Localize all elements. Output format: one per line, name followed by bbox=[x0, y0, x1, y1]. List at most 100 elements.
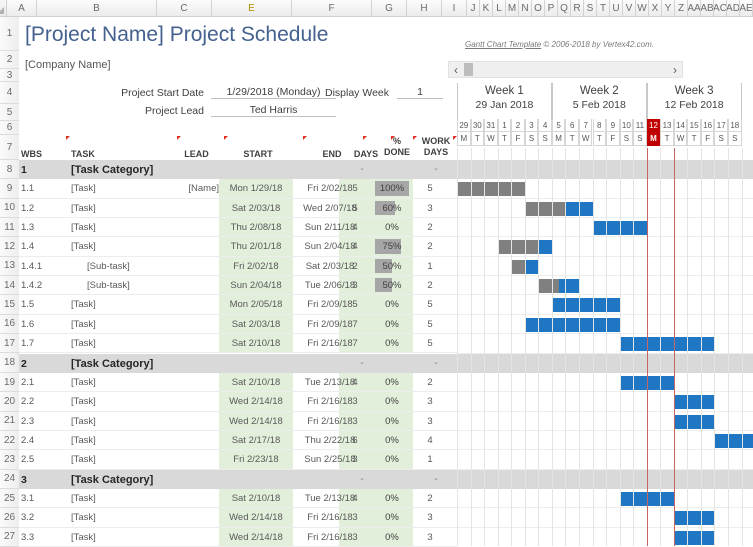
cell-wbs[interactable]: 2.2 bbox=[21, 396, 65, 410]
row-header-22[interactable]: 22 bbox=[0, 430, 19, 451]
column-header-ae[interactable]: AE bbox=[740, 0, 753, 16]
cell-wbs[interactable]: 1.4.1 bbox=[21, 261, 65, 275]
cell-lead[interactable] bbox=[139, 416, 219, 430]
column-header-r[interactable]: R bbox=[571, 0, 584, 16]
row-header-16[interactable]: 16 bbox=[0, 314, 19, 335]
cell-days[interactable]: 3 bbox=[339, 454, 371, 468]
row-header-11[interactable]: 11 bbox=[0, 218, 19, 238]
cell-days[interactable]: 3 bbox=[339, 532, 371, 546]
cell-start-date[interactable]: Sat 2/03/18 bbox=[219, 203, 293, 217]
column-header-aa[interactable]: AA bbox=[688, 0, 701, 16]
cell-days[interactable]: 3 bbox=[339, 280, 371, 294]
cell-wbs[interactable]: 3.2 bbox=[21, 512, 65, 526]
cell-lead[interactable] bbox=[139, 377, 219, 391]
row-header-20[interactable]: 20 bbox=[0, 392, 19, 412]
row-header-27[interactable]: 27 bbox=[0, 527, 19, 547]
cell-start-date[interactable]: Thu 2/01/18 bbox=[219, 241, 293, 255]
cell-wbs[interactable]: 2.4 bbox=[21, 435, 65, 449]
cell-work-days[interactable]: 3 bbox=[415, 532, 445, 546]
cell-percent-done[interactable]: 0% bbox=[375, 454, 409, 468]
cell-lead[interactable] bbox=[139, 338, 219, 352]
cell-days[interactable]: 7 bbox=[339, 319, 371, 333]
cell-work-days[interactable]: 2 bbox=[415, 377, 445, 391]
cell-wbs[interactable]: 1.7 bbox=[21, 338, 65, 352]
cell-wbs[interactable]: 1.3 bbox=[21, 222, 65, 236]
cell-wbs[interactable]: 1.4.2 bbox=[21, 280, 65, 294]
gantt-bar[interactable] bbox=[673, 395, 715, 410]
category-days-dash[interactable]: - bbox=[339, 474, 385, 488]
row-header-19[interactable]: 19 bbox=[0, 372, 19, 393]
cell-lead[interactable] bbox=[139, 512, 219, 526]
cell-lead[interactable] bbox=[139, 493, 219, 507]
row-header-12[interactable]: 12 bbox=[0, 237, 19, 257]
cell-wbs[interactable]: 3.3 bbox=[21, 532, 65, 546]
row-header-1[interactable]: 1 bbox=[0, 17, 19, 51]
cell-work-days[interactable]: 3 bbox=[415, 416, 445, 430]
cell-percent-done[interactable]: 100% bbox=[375, 183, 409, 197]
cell-days[interactable]: 4 bbox=[339, 493, 371, 507]
cell-lead[interactable] bbox=[139, 319, 219, 333]
column-header-j[interactable]: J bbox=[467, 0, 480, 16]
row-header-18[interactable]: 18 bbox=[0, 353, 19, 373]
row-header-9[interactable]: 9 bbox=[0, 179, 19, 199]
cell-start-date[interactable]: Wed 2/14/18 bbox=[219, 396, 293, 410]
cell-percent-done[interactable]: 0% bbox=[375, 338, 409, 352]
gantt-bar[interactable] bbox=[673, 511, 715, 526]
gantt-bar[interactable] bbox=[524, 201, 593, 216]
column-header-ab[interactable]: AB bbox=[701, 0, 714, 16]
column-header-i[interactable]: I bbox=[442, 0, 467, 16]
cell-percent-done[interactable]: 0% bbox=[375, 299, 409, 313]
cell-start-date[interactable]: Fri 2/23/18 bbox=[219, 454, 293, 468]
gantt-bar[interactable] bbox=[673, 530, 715, 545]
cell-work-days[interactable]: 4 bbox=[415, 435, 445, 449]
cell-work-days[interactable]: 5 bbox=[415, 299, 445, 313]
cell-wbs[interactable]: 2.3 bbox=[21, 416, 65, 430]
column-header-q[interactable]: Q bbox=[558, 0, 571, 16]
row-header-3[interactable]: 3 bbox=[0, 69, 19, 82]
cell-work-days[interactable]: 5 bbox=[415, 183, 445, 197]
select-all-corner[interactable] bbox=[0, 0, 7, 16]
cell-wbs[interactable]: 1.1 bbox=[21, 183, 65, 197]
cell-days[interactable]: 5 bbox=[339, 203, 371, 217]
row-header-8[interactable]: 8 bbox=[0, 160, 19, 180]
column-header-n[interactable]: N bbox=[519, 0, 532, 16]
row-header-4[interactable]: 4 bbox=[0, 82, 19, 104]
column-header-s[interactable]: S bbox=[584, 0, 597, 16]
cell-lead[interactable] bbox=[139, 435, 219, 449]
cell-lead[interactable] bbox=[139, 454, 219, 468]
column-header-y[interactable]: Y bbox=[662, 0, 675, 16]
cell-percent-done[interactable]: 75% bbox=[375, 241, 409, 255]
cell-wbs[interactable]: 2.1 bbox=[21, 377, 65, 391]
cell-percent-done[interactable]: 0% bbox=[375, 377, 409, 391]
cell-days[interactable]: 4 bbox=[339, 222, 371, 236]
cell-wbs[interactable]: 1.6 bbox=[21, 319, 65, 333]
column-header-w[interactable]: W bbox=[636, 0, 649, 16]
cell-days[interactable]: 3 bbox=[339, 416, 371, 430]
cell-start-date[interactable]: Wed 2/14/18 bbox=[219, 512, 293, 526]
column-header-ac[interactable]: AC bbox=[714, 0, 727, 16]
cell-start-date[interactable]: Sun 2/04/18 bbox=[219, 280, 293, 294]
cell-percent-done[interactable]: 0% bbox=[375, 222, 409, 236]
column-header-h[interactable]: H bbox=[407, 0, 442, 16]
cell-percent-done[interactable]: 0% bbox=[375, 493, 409, 507]
column-header-o[interactable]: O bbox=[532, 0, 545, 16]
cell-lead[interactable] bbox=[139, 396, 219, 410]
row-header-21[interactable]: 21 bbox=[0, 411, 19, 431]
column-header-l[interactable]: L bbox=[493, 0, 506, 16]
cell-percent-done[interactable]: 0% bbox=[375, 319, 409, 333]
cell-work-days[interactable]: 3 bbox=[415, 396, 445, 410]
cell-percent-done[interactable]: 50% bbox=[375, 280, 409, 294]
cell-percent-done[interactable]: 0% bbox=[375, 532, 409, 546]
cell-days[interactable]: 4 bbox=[339, 377, 371, 391]
column-header-ad[interactable]: AD bbox=[727, 0, 740, 16]
category-days-dash[interactable]: - bbox=[339, 358, 385, 372]
column-header-v[interactable]: V bbox=[623, 0, 636, 16]
cell-days[interactable]: 3 bbox=[339, 396, 371, 410]
cell-percent-done[interactable]: 60% bbox=[375, 203, 409, 217]
column-header-a[interactable]: A bbox=[7, 0, 37, 16]
cell-days[interactable]: 5 bbox=[339, 299, 371, 313]
row-header-17[interactable]: 17 bbox=[0, 334, 19, 354]
row-header-26[interactable]: 26 bbox=[0, 508, 19, 528]
category-number[interactable]: 2 bbox=[21, 358, 51, 372]
cell-lead[interactable] bbox=[139, 299, 219, 313]
